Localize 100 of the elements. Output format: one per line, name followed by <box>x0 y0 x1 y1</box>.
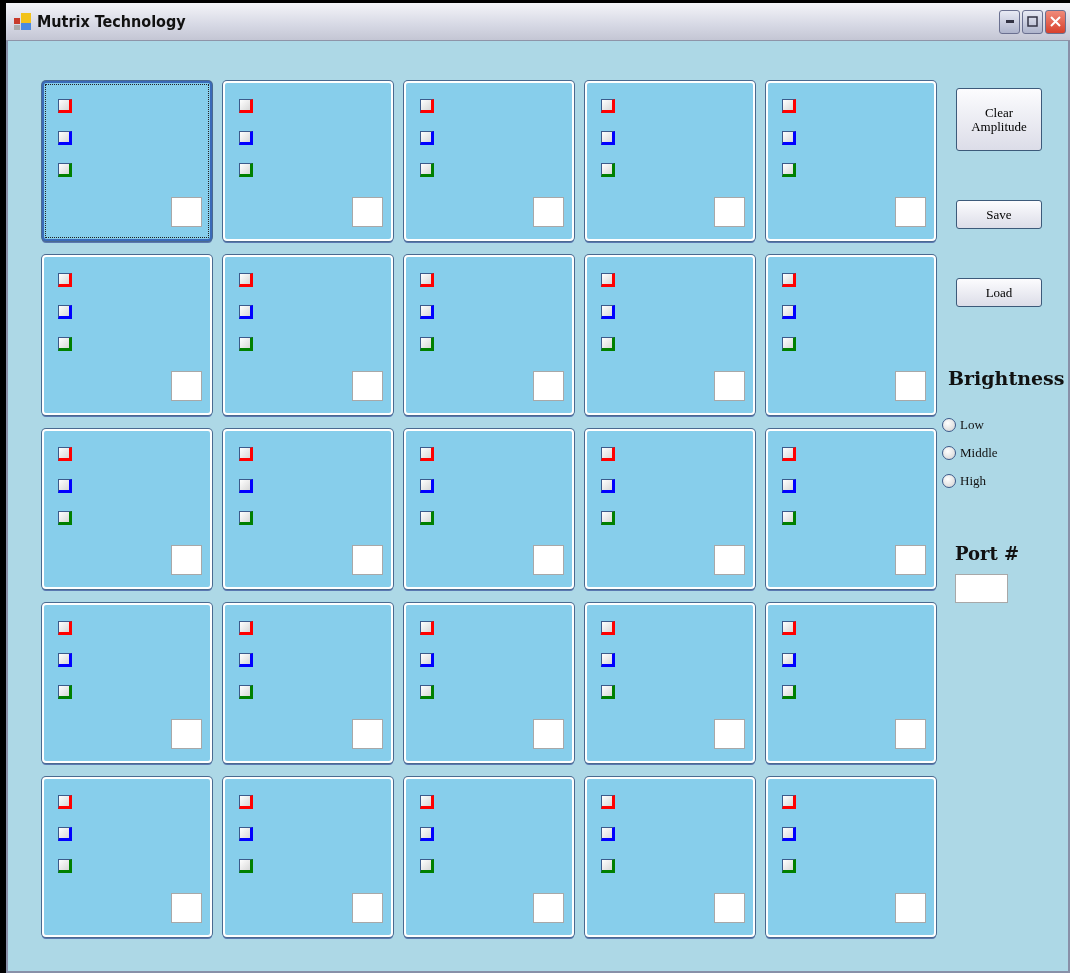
checkbox[interactable] <box>58 685 72 699</box>
checkbox[interactable] <box>58 795 72 809</box>
checkbox[interactable] <box>58 131 72 145</box>
value-field[interactable] <box>895 893 926 923</box>
value-field[interactable] <box>352 893 383 923</box>
checkbox[interactable] <box>239 99 253 113</box>
checkbox[interactable] <box>420 447 434 461</box>
checkbox[interactable] <box>601 621 615 635</box>
checkbox[interactable] <box>420 859 434 873</box>
checkbox[interactable] <box>239 653 253 667</box>
checkbox[interactable] <box>601 163 615 177</box>
port-field[interactable] <box>955 574 1008 603</box>
checkbox[interactable] <box>239 337 253 351</box>
checkbox[interactable] <box>601 511 615 525</box>
checkbox[interactable] <box>420 99 434 113</box>
close-button[interactable] <box>1045 9 1066 34</box>
checkbox[interactable] <box>58 859 72 873</box>
radio-button[interactable] <box>942 446 956 460</box>
checkbox[interactable] <box>58 479 72 493</box>
value-field[interactable] <box>171 719 202 749</box>
checkbox[interactable] <box>239 163 253 177</box>
checkbox[interactable] <box>601 273 615 287</box>
checkbox[interactable] <box>420 131 434 145</box>
checkbox[interactable] <box>601 479 615 493</box>
checkbox[interactable] <box>601 653 615 667</box>
value-field[interactable] <box>533 719 564 749</box>
value-field[interactable] <box>171 197 202 227</box>
value-field[interactable] <box>352 719 383 749</box>
maximize-button[interactable] <box>1022 9 1043 34</box>
checkbox[interactable] <box>601 859 615 873</box>
value-field[interactable] <box>533 545 564 575</box>
checkbox[interactable] <box>782 131 796 145</box>
checkbox[interactable] <box>601 305 615 319</box>
checkbox[interactable] <box>58 337 72 351</box>
checkbox[interactable] <box>239 621 253 635</box>
value-field[interactable] <box>714 371 745 401</box>
checkbox[interactable] <box>782 653 796 667</box>
value-field[interactable] <box>352 197 383 227</box>
checkbox[interactable] <box>239 685 253 699</box>
checkbox[interactable] <box>58 273 72 287</box>
checkbox[interactable] <box>420 479 434 493</box>
checkbox[interactable] <box>58 447 72 461</box>
checkbox[interactable] <box>239 447 253 461</box>
value-field[interactable] <box>714 197 745 227</box>
checkbox[interactable] <box>601 795 615 809</box>
value-field[interactable] <box>533 197 564 227</box>
checkbox[interactable] <box>58 653 72 667</box>
checkbox[interactable] <box>420 511 434 525</box>
checkbox[interactable] <box>58 827 72 841</box>
value-field[interactable] <box>352 545 383 575</box>
checkbox[interactable] <box>239 511 253 525</box>
checkbox[interactable] <box>420 685 434 699</box>
checkbox[interactable] <box>58 99 72 113</box>
value-field[interactable] <box>352 371 383 401</box>
value-field[interactable] <box>714 719 745 749</box>
checkbox[interactable] <box>782 827 796 841</box>
checkbox[interactable] <box>420 305 434 319</box>
checkbox[interactable] <box>420 653 434 667</box>
checkbox[interactable] <box>782 479 796 493</box>
value-field[interactable] <box>714 893 745 923</box>
checkbox[interactable] <box>58 163 72 177</box>
checkbox[interactable] <box>782 685 796 699</box>
radio-button[interactable] <box>942 418 956 432</box>
checkbox[interactable] <box>782 305 796 319</box>
checkbox[interactable] <box>601 131 615 145</box>
checkbox[interactable] <box>782 795 796 809</box>
checkbox[interactable] <box>239 273 253 287</box>
checkbox[interactable] <box>601 447 615 461</box>
value-field[interactable] <box>533 893 564 923</box>
checkbox[interactable] <box>782 859 796 873</box>
checkbox[interactable] <box>420 337 434 351</box>
checkbox[interactable] <box>239 479 253 493</box>
action-button[interactable]: Save <box>956 200 1042 229</box>
checkbox[interactable] <box>58 621 72 635</box>
value-field[interactable] <box>171 893 202 923</box>
value-field[interactable] <box>714 545 745 575</box>
checkbox[interactable] <box>420 273 434 287</box>
radio-button[interactable] <box>942 474 956 488</box>
checkbox[interactable] <box>601 99 615 113</box>
value-field[interactable] <box>895 197 926 227</box>
checkbox[interactable] <box>239 131 253 145</box>
checkbox[interactable] <box>58 511 72 525</box>
checkbox[interactable] <box>782 621 796 635</box>
checkbox[interactable] <box>782 511 796 525</box>
value-field[interactable] <box>171 371 202 401</box>
checkbox[interactable] <box>239 827 253 841</box>
value-field[interactable] <box>533 371 564 401</box>
action-button[interactable]: Load <box>956 278 1042 307</box>
checkbox[interactable] <box>782 99 796 113</box>
value-field[interactable] <box>895 371 926 401</box>
checkbox[interactable] <box>782 337 796 351</box>
checkbox[interactable] <box>239 795 253 809</box>
checkbox[interactable] <box>239 305 253 319</box>
channel-panel[interactable] <box>42 81 212 241</box>
value-field[interactable] <box>171 545 202 575</box>
checkbox[interactable] <box>782 273 796 287</box>
checkbox[interactable] <box>420 163 434 177</box>
checkbox[interactable] <box>782 163 796 177</box>
checkbox[interactable] <box>601 337 615 351</box>
minimize-button[interactable] <box>999 9 1020 34</box>
